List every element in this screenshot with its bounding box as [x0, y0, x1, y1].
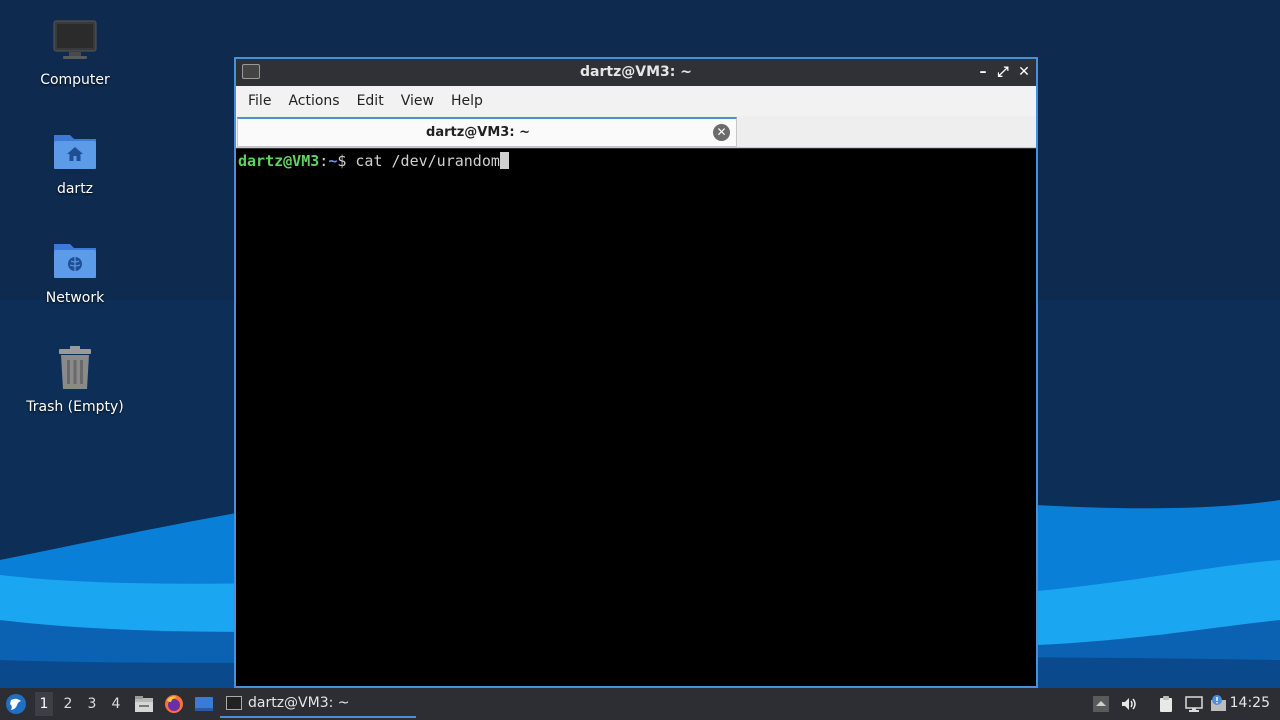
terminal-window: dartz@VM3: ~ – ⤢ ✕ File Actions Edit Vie… — [234, 57, 1038, 688]
taskbar-task-terminal[interactable]: dartz@VM3: ~ — [220, 690, 416, 718]
trash-icon — [59, 346, 91, 389]
task-label: dartz@VM3: ~ — [248, 695, 350, 711]
taskbar: 1 2 3 4 dartz@VM3: ~ 14:25 — [0, 688, 1280, 720]
minimize-icon[interactable]: – — [974, 63, 992, 81]
show-desktop-icon[interactable] — [194, 694, 214, 714]
prompt-user: dartz@VM3 — [238, 152, 320, 170]
terminal-icon — [226, 696, 242, 710]
prompt-colon: : — [319, 152, 329, 170]
volume-icon[interactable] — [1120, 695, 1138, 713]
network-folder-icon — [54, 244, 96, 278]
desktop-icon-label: Computer — [40, 72, 110, 88]
terminal-command: cat /dev/urandom — [355, 152, 500, 170]
tab-terminal[interactable]: dartz@VM3: ~ ✕ — [237, 117, 737, 147]
workspace-3[interactable]: 3 — [83, 696, 101, 712]
desktop-icon-label: dartz — [56, 181, 94, 197]
tray-up-arrow-icon[interactable] — [1092, 695, 1110, 713]
home-folder-icon — [54, 135, 96, 169]
close-icon[interactable]: ✕ — [1015, 63, 1033, 81]
notification-icon[interactable] — [1210, 695, 1228, 713]
menu-view[interactable]: View — [395, 93, 445, 109]
terminal-output[interactable]: dartz@VM3:~$ cat /dev/urandom — [236, 149, 1036, 686]
desktop-icon-label: Trash (Empty) — [26, 399, 124, 415]
tab-bar: dartz@VM3: ~ ✕ — [236, 116, 1036, 148]
clipboard-icon[interactable] — [1157, 695, 1175, 713]
desktop-icon-computer[interactable]: Computer — [20, 18, 130, 88]
tab-label: dartz@VM3: ~ — [426, 125, 530, 140]
menu-edit[interactable]: Edit — [351, 93, 395, 109]
workspace-4[interactable]: 4 — [107, 696, 125, 712]
desktop-icon-home-folder[interactable]: dartz — [20, 127, 130, 197]
workspace-1[interactable]: 1 — [35, 692, 53, 716]
workspace-2[interactable]: 2 — [59, 696, 77, 712]
menu-actions[interactable]: Actions — [282, 93, 350, 109]
file-manager-icon[interactable] — [134, 694, 154, 714]
menu-help[interactable]: Help — [445, 93, 494, 109]
maximize-icon[interactable]: ⤢ — [994, 63, 1012, 81]
window-titlebar[interactable]: dartz@VM3: ~ – ⤢ ✕ — [236, 59, 1036, 86]
network-status-icon[interactable] — [1185, 695, 1203, 713]
start-menu-icon[interactable] — [5, 693, 27, 715]
prompt-path: ~ — [328, 152, 338, 170]
terminal-line: dartz@VM3:~$ cat /dev/urandom — [238, 151, 1034, 171]
computer-icon — [53, 20, 97, 59]
prompt-symbol: $ — [337, 152, 356, 170]
menu-file[interactable]: File — [242, 93, 282, 109]
firefox-icon[interactable] — [164, 694, 184, 714]
desktop-icon-network[interactable]: Network — [20, 236, 130, 306]
tab-close-icon[interactable]: ✕ — [713, 124, 730, 141]
window-title: dartz@VM3: ~ — [580, 64, 692, 80]
text-cursor — [499, 152, 509, 169]
desktop-icon-label: Network — [45, 290, 105, 306]
desktop-icon-trash[interactable]: Trash (Empty) — [20, 345, 130, 415]
clock[interactable]: 14:25 — [1230, 695, 1270, 711]
menu-bar: File Actions Edit View Help — [236, 86, 1036, 116]
